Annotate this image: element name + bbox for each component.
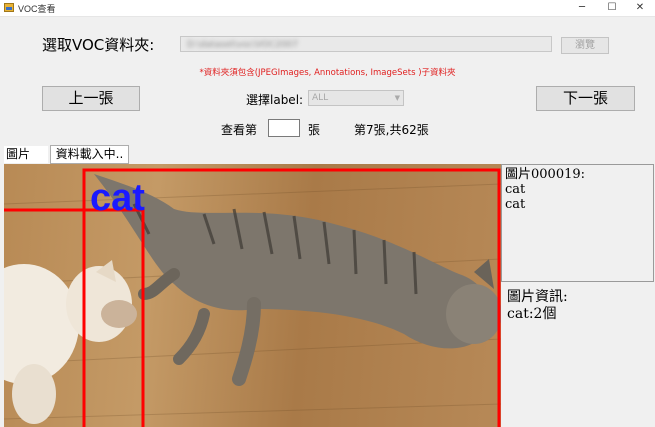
view-page-suffix: 張 [308,123,321,137]
info-object-line: cat [505,182,526,197]
label-select[interactable]: ALL ▼ [308,90,404,106]
bbox-label: cat [90,177,145,219]
minimize-button[interactable]: ─ [567,0,597,16]
view-page-prefix: 查看第 [221,123,258,137]
summary-title: 圖片資訊: [507,289,568,305]
folder-label: 選取VOC資料夾: [42,36,155,54]
white-cat [4,260,137,424]
prev-image-button[interactable]: 上一張 [42,86,140,111]
chevron-down-icon: ▼ [394,94,400,102]
image-summary: 圖片資訊: cat:2個 [507,289,568,323]
summary-count: cat:2個 [507,306,557,322]
folder-requirement-note: *資料夾須包含(JPEGImages, Annotations, ImageSe… [199,68,456,78]
window-title: VOC查看 [18,4,56,14]
label-select-label: 選擇label: [246,93,304,107]
maximize-button[interactable]: ☐ [597,0,627,16]
label-select-value: ALL [312,93,329,103]
browse-button[interactable]: 瀏覽 [561,37,609,54]
image-tab-label: 圖片 [4,146,48,163]
annotation-info-box: 圖片000019: cat cat [501,164,654,282]
info-header: 圖片000019: [505,167,586,182]
image-viewer: cat [4,164,501,427]
title-bar: VOC查看 ─ ☐ ✕ [0,0,655,17]
loading-button[interactable]: 資料載入中.. [50,145,129,164]
image-canvas: cat [4,168,501,427]
folder-path-input[interactable]: D:\dataset\voc\VOC2007 [180,36,552,52]
page-number-input[interactable] [268,119,300,137]
close-button[interactable]: ✕ [625,0,655,16]
next-image-button[interactable]: 下一張 [536,86,635,111]
folder-path-text: D:\dataset\voc\VOC2007 [187,40,299,50]
app-icon [4,3,14,12]
info-object-line: cat [505,197,526,212]
position-indicator: 第7張,共62張 [354,123,429,137]
